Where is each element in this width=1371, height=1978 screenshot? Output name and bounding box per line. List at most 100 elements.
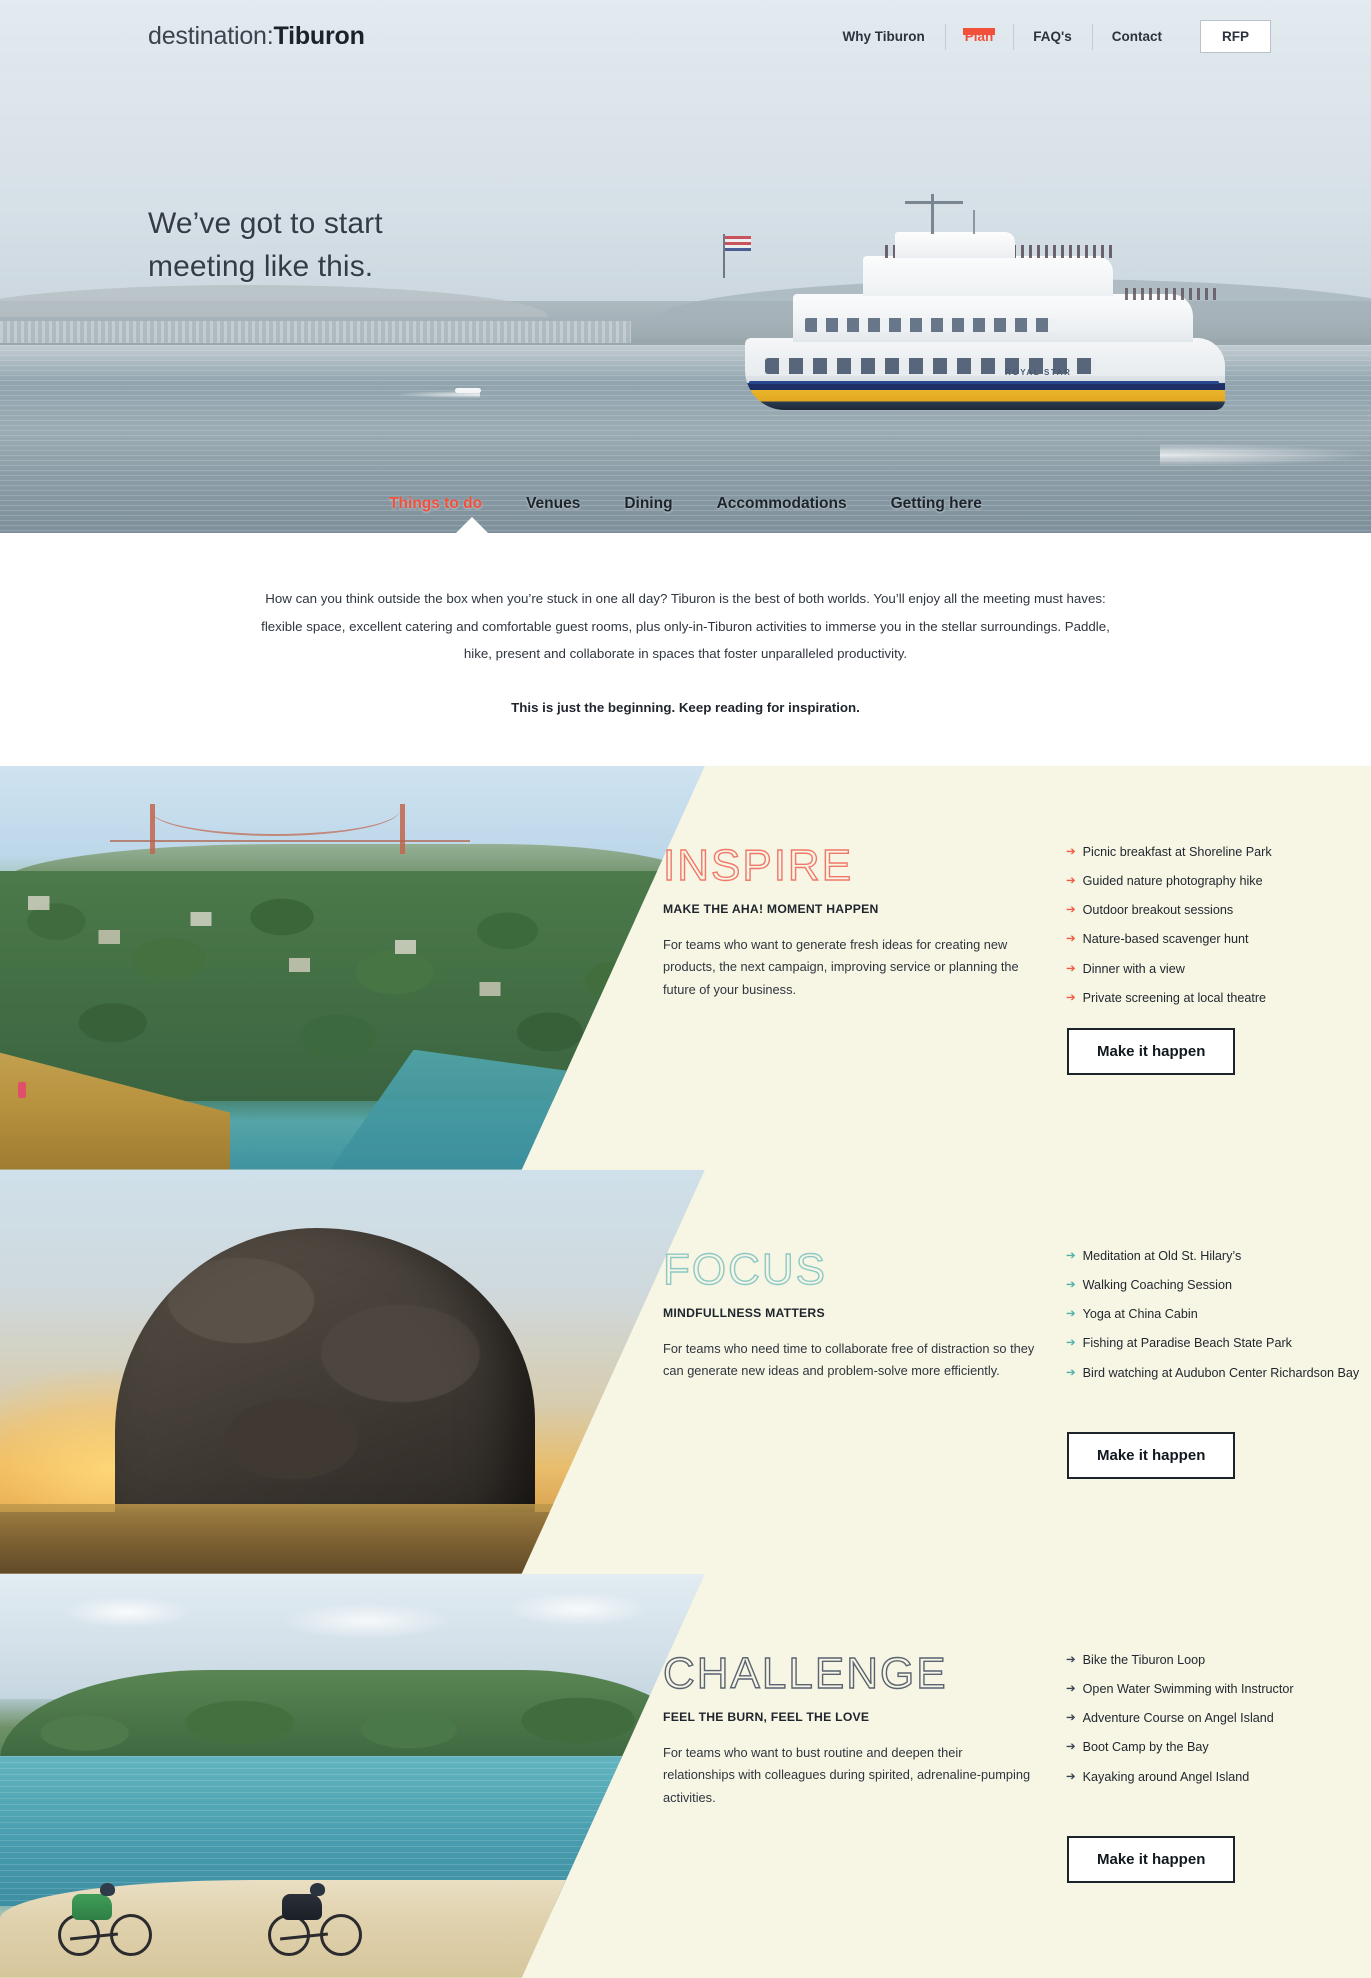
cyclist-body: [72, 1893, 112, 1920]
focus-ground: [0, 1511, 705, 1574]
focus-activity-list: ➔ Meditation at Old St. Hilary’s ➔ Walking…: [1066, 1248, 1366, 1394]
site-logo[interactable]: destination:Tiburon: [148, 22, 365, 51]
logo-prefix: destination:: [148, 22, 274, 50]
challenge-content: CHALLENGE FEEL THE BURN, FEEL THE LOVE F…: [662, 1574, 1371, 1978]
ferry-deck-one-windows: [805, 318, 1055, 332]
inspire-blurb: For teams who want to generate fresh ide…: [663, 936, 1019, 998]
ferry-boat: ROYAL STAR: [723, 194, 1235, 428]
list-item-label: Open Water Swimming with Instructor: [1082, 1681, 1294, 1696]
list-item: ➔ Meditation at Old St. Hilary’s: [1066, 1248, 1366, 1265]
ferry-wake: [1160, 443, 1370, 467]
ferry-passengers-stern: [1125, 288, 1221, 300]
primary-nav: Why Tiburon Plan FAQ's Contact RFP: [823, 0, 1271, 73]
section-challenge: CHALLENGE FEEL THE BURN, FEEL THE LOVE F…: [0, 1573, 1371, 1978]
ferry-mast-arm: [905, 201, 963, 204]
challenge-clouds: [0, 1587, 705, 1648]
nav-item-contact[interactable]: Contact: [1092, 30, 1182, 44]
arrow-bullet-icon: ➔: [1066, 1682, 1076, 1695]
small-boat: [455, 388, 481, 393]
arrow-bullet-icon: ➔: [1066, 1770, 1076, 1783]
focus-text-block: FOCUS MINDFULLNESS MATTERS For teams who…: [662, 1244, 1063, 1384]
ferry-name-label: ROYAL STAR: [1005, 368, 1072, 377]
arrow-bullet-icon: ➔: [1066, 933, 1076, 946]
arrow-bullet-icon: ➔: [1066, 845, 1076, 858]
list-item: ➔ Walking Coaching Session: [1066, 1277, 1366, 1294]
subnav-item-venues[interactable]: Venues: [526, 495, 580, 513]
challenge-text-block: CHALLENGE FEEL THE BURN, FEEL THE LOVE F…: [662, 1648, 1063, 1810]
challenge-photo: [0, 1573, 705, 1978]
list-item-label: Guided nature photography hike: [1082, 873, 1263, 888]
list-item: ➔ Yoga at China Cabin: [1066, 1306, 1366, 1323]
ferry-hull-stripe: [749, 381, 1219, 384]
arrow-bullet-icon: ➔: [1066, 1712, 1076, 1725]
list-item: ➔ Dinner with a view: [1066, 961, 1366, 978]
challenge-blurb: For teams who want to bust routine and d…: [663, 1744, 1031, 1806]
focus-cta-button[interactable]: Make it happen: [1067, 1431, 1236, 1479]
list-item-label: Yoga at China Cabin: [1082, 1307, 1198, 1322]
ferry-bridge: [895, 232, 1015, 258]
list-item: ➔ Bike the Tiburon Loop: [1066, 1652, 1366, 1669]
list-item-label: Meditation at Old St. Hilary’s: [1082, 1248, 1242, 1263]
inspire-houses: [0, 885, 705, 1056]
section-subnav: Things to do Venues Dining Accommodation…: [0, 475, 1371, 533]
challenge-title: CHALLENGE: [662, 1648, 948, 1698]
inspire-title: INSPIRE: [662, 840, 854, 890]
bridge-cable: [150, 809, 400, 836]
arrow-bullet-icon: ➔: [1066, 1366, 1076, 1379]
cyclist-helmet: [100, 1882, 115, 1896]
subnav-item-accommodations[interactable]: Accommodations: [717, 495, 847, 513]
arrow-bullet-icon: ➔: [1066, 1308, 1076, 1321]
arrow-bullet-icon: ➔: [1066, 1278, 1076, 1291]
focus-eyebrow: MINDFULLNESS MATTERS: [663, 1305, 825, 1320]
inspire-photo: [0, 765, 705, 1170]
nav-item-plan[interactable]: Plan: [945, 27, 1014, 44]
inspire-eyebrow: MAKE THE AHA! MOMENT HAPPEN: [663, 901, 879, 916]
list-item: ➔ Outdoor breakout sessions: [1066, 902, 1366, 919]
arrow-bullet-icon: ➔: [1066, 1741, 1076, 1754]
list-item-label: Bird watching at Audubon Center Richards…: [1082, 1365, 1360, 1380]
cyclist-body: [282, 1893, 322, 1920]
list-item: ➔ Kayaking around Angel Island: [1066, 1769, 1366, 1786]
nav-item-why-tiburon[interactable]: Why Tiburon: [823, 30, 945, 44]
arrow-bullet-icon: ➔: [1066, 991, 1076, 1004]
list-item-label: Fishing at Paradise Beach State Park: [1082, 1336, 1292, 1351]
hero-banner: ROYAL STAR We’ve got to start meeting li…: [0, 73, 1371, 533]
section-inspire: INSPIRE MAKE THE AHA! MOMENT HAPPEN For …: [0, 765, 1371, 1170]
inspire-runner: [18, 1081, 26, 1098]
inspire-activity-list: ➔ Picnic breakfast at Shoreline Park ➔ Gui…: [1066, 844, 1366, 1020]
list-item-label: Picnic breakfast at Shoreline Park: [1082, 844, 1272, 859]
focus-title: FOCUS: [662, 1244, 827, 1294]
intro-section: How can you think outside the box when y…: [0, 533, 1371, 766]
subnav-item-things-to-do[interactable]: Things to do: [389, 495, 482, 513]
list-item-label: Dinner with a view: [1082, 961, 1185, 976]
list-item-label: Adventure Course on Angel Island: [1082, 1711, 1274, 1726]
inspire-cta-button[interactable]: Make it happen: [1067, 1027, 1236, 1075]
hero-headline-line-1: We’ve got to start: [148, 207, 383, 240]
challenge-hillside: [0, 1669, 705, 1760]
challenge-cta-button[interactable]: Make it happen: [1067, 1835, 1236, 1883]
focus-blurb: For teams who need time to collaborate f…: [663, 1340, 1035, 1379]
subnav-item-dining[interactable]: Dining: [624, 495, 672, 513]
subnav-item-getting-here[interactable]: Getting here: [891, 495, 982, 513]
bridge-tower-right: [400, 803, 405, 854]
list-item: ➔ Adventure Course on Angel Island: [1066, 1710, 1366, 1727]
nav-item-faqs[interactable]: FAQ's: [1013, 30, 1091, 44]
bridge-deck: [110, 839, 470, 842]
list-item-label: Kayaking around Angel Island: [1082, 1769, 1250, 1784]
bridge-tower-left: [150, 803, 155, 854]
list-item-label: Outdoor breakout sessions: [1082, 903, 1234, 918]
rfp-button[interactable]: RFP: [1200, 19, 1271, 54]
arrow-bullet-icon: ➔: [1066, 1249, 1076, 1262]
flag-icon: [723, 234, 751, 278]
inspire-text-block: INSPIRE MAKE THE AHA! MOMENT HAPPEN For …: [662, 840, 1063, 1002]
intro-paragraph: How can you think outside the box when y…: [261, 591, 1110, 662]
hero-headline-line-2: meeting like this.: [148, 249, 374, 283]
ferry-mast: [931, 194, 934, 234]
hero-city-skyline: [0, 321, 631, 343]
arrow-bullet-icon: ➔: [1066, 904, 1076, 917]
golden-gate-bridge: [110, 803, 470, 854]
intro-kicker: This is just the beginning. Keep reading…: [511, 699, 860, 715]
ferry-deck-two: [863, 256, 1113, 296]
arrow-bullet-icon: ➔: [1066, 1337, 1076, 1350]
list-item: ➔ Nature-based scavenger hunt: [1066, 931, 1366, 948]
